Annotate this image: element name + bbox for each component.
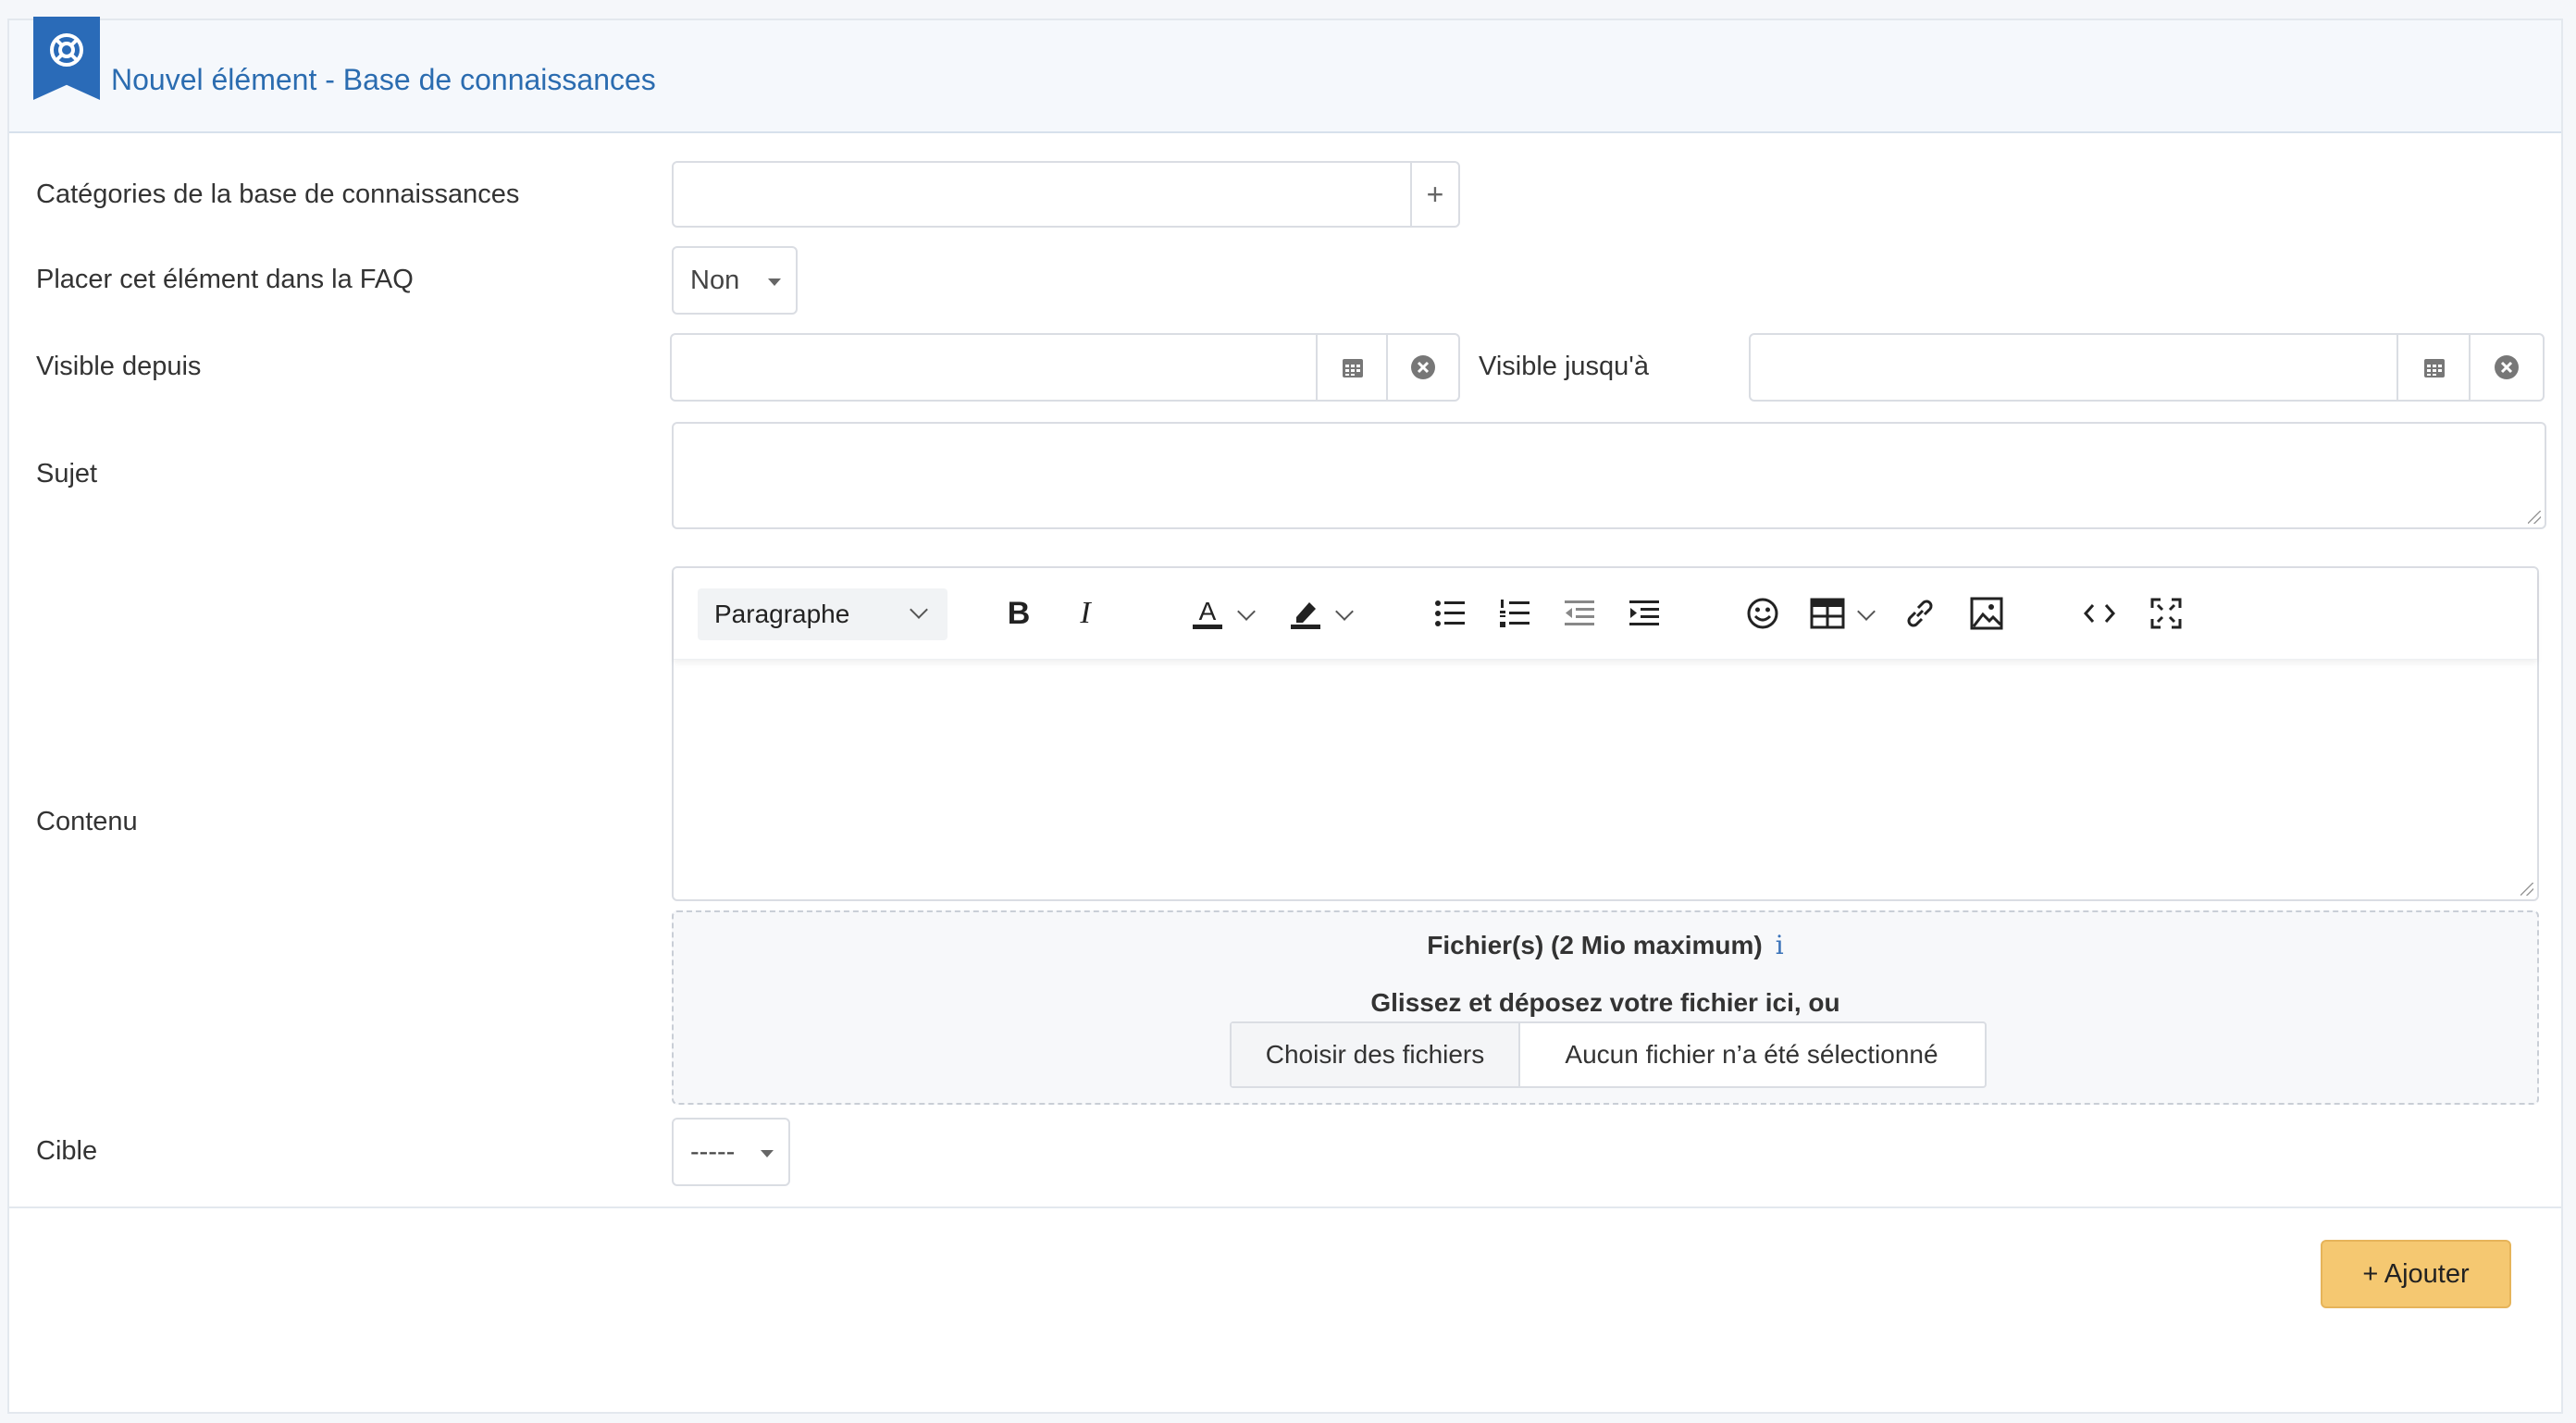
chevron-down-icon[interactable] <box>1237 602 1256 621</box>
table-button[interactable] <box>1808 594 1847 633</box>
highlight-button[interactable] <box>1286 594 1325 633</box>
fullscreen-icon <box>2150 598 2182 629</box>
bullet-list-button[interactable] <box>1430 594 1469 633</box>
chevron-down-icon[interactable] <box>1857 602 1876 621</box>
clear-circle-icon <box>2495 355 2519 379</box>
visible-until-label: Visible jusqu'à <box>1479 352 1649 381</box>
svg-text:A: A <box>1199 597 1217 625</box>
add-button[interactable]: + Ajouter <box>2321 1240 2511 1308</box>
numbered-list-button[interactable] <box>1495 594 1534 633</box>
link-icon <box>1907 600 1933 627</box>
calendar-icon <box>2424 359 2445 377</box>
bold-icon: B <box>1007 595 1031 631</box>
bold-button[interactable]: B <box>999 594 1038 633</box>
file-dropzone[interactable]: Fichier(s) (2 Mio maximum) i Glissez et d… <box>672 910 2539 1105</box>
bullet-list-icon <box>1435 600 1465 626</box>
target-select-value: ----- <box>690 1137 736 1167</box>
file-input[interactable]: Choisir des fichiers Aucun fichier n’a é… <box>1230 1021 1987 1088</box>
image-button[interactable] <box>1967 594 2006 633</box>
subject-label: Sujet <box>36 459 98 489</box>
add-category-button[interactable]: + <box>1410 163 1458 226</box>
link-button[interactable] <box>1901 594 1939 633</box>
code-icon <box>2083 604 2116 623</box>
faq-select-value: Non <box>690 266 740 295</box>
info-icon[interactable]: i <box>1776 930 1784 960</box>
caret-down-icon <box>768 278 781 286</box>
page-title: Nouvel élément - Base de connaissances <box>111 63 656 96</box>
divider <box>9 1206 2561 1208</box>
highlighter-icon <box>1291 602 1320 629</box>
subject-textarea[interactable] <box>672 422 2546 529</box>
categories-label: Catégories de la base de connaissances <box>36 179 520 209</box>
resize-handle-icon[interactable] <box>2528 511 2541 524</box>
table-icon <box>1810 598 1845 629</box>
upload-title: Fichier(s) (2 Mio maximum) i <box>674 929 2537 962</box>
emoji-button[interactable] <box>1743 594 1782 633</box>
smiley-icon <box>1747 598 1778 629</box>
block-format-value: Paragraphe <box>714 600 850 628</box>
outdent-button[interactable] <box>1560 594 1599 633</box>
text-color-button[interactable]: A <box>1188 594 1227 633</box>
italic-icon: I <box>1080 596 1091 630</box>
source-code-button[interactable] <box>2080 594 2119 633</box>
image-icon <box>1970 597 2003 630</box>
visible-from-label: Visible depuis <box>36 352 202 381</box>
lifebuoy-icon <box>33 17 100 100</box>
target-label: Cible <box>36 1136 98 1166</box>
calendar-icon <box>1343 359 1363 377</box>
fullscreen-button[interactable] <box>2147 594 2186 633</box>
calendar-button[interactable] <box>1316 335 1388 400</box>
text-color-icon: A <box>1193 597 1222 629</box>
numbered-list-icon <box>1500 600 1530 627</box>
faq-label: Placer cet élément dans la FAQ <box>36 265 414 294</box>
faq-select[interactable]: Non <box>672 246 798 315</box>
selected-file-name: Aucun fichier n’a été sélectionné <box>1565 1040 1938 1069</box>
choose-files-button[interactable]: Choisir des fichiers <box>1232 1023 1520 1086</box>
clear-circle-icon <box>1411 355 1435 379</box>
outdent-icon <box>1565 600 1594 625</box>
block-format-select[interactable]: Paragraphe <box>698 588 947 640</box>
visible-until-input[interactable] <box>1749 333 2545 402</box>
categories-input[interactable]: + <box>672 161 1460 228</box>
chevron-down-icon <box>910 600 928 619</box>
content-editor[interactable]: Paragraphe B I A <box>672 566 2539 901</box>
plus-icon: + <box>1426 177 1444 211</box>
clear-date-button[interactable] <box>1386 335 1458 400</box>
upload-title-text: Fichier(s) (2 Mio maximum) <box>1427 931 1763 959</box>
resize-handle-icon[interactable] <box>2520 883 2533 896</box>
content-label: Contenu <box>36 807 138 836</box>
italic-button[interactable]: I <box>1066 594 1105 633</box>
calendar-button[interactable] <box>2396 335 2471 400</box>
indent-icon <box>1629 600 1659 625</box>
clear-date-button[interactable] <box>2469 335 2543 400</box>
form-card: Nouvel élément - Base de connaissances C… <box>7 17 2563 1414</box>
card-header: Nouvel élément - Base de connaissances <box>9 17 2561 133</box>
chevron-down-icon[interactable] <box>1335 602 1354 621</box>
indent-button[interactable] <box>1625 594 1664 633</box>
editor-toolbar: Paragraphe B I A <box>674 568 2537 660</box>
caret-down-icon <box>761 1150 774 1157</box>
target-select[interactable]: ----- <box>672 1118 790 1186</box>
drop-instructions: Glissez et déposez votre fichier ici, ou <box>1370 988 1840 1017</box>
visible-from-input[interactable] <box>670 333 1460 402</box>
